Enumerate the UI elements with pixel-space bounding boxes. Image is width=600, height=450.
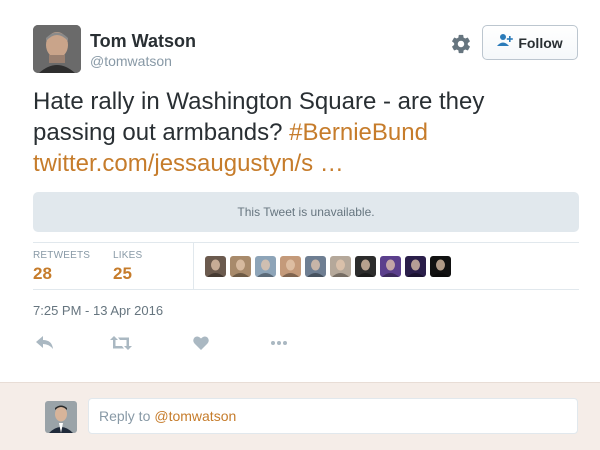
url-link[interactable]: twitter.com/jessaugustyn/s … — [33, 150, 344, 177]
hashtag-link[interactable]: #BernieBund — [289, 119, 428, 146]
liker-4-avatar[interactable] — [280, 256, 301, 277]
liker-7-avatar[interactable] — [355, 256, 376, 277]
follow-button[interactable]: Follow — [482, 25, 578, 60]
tweet-card: Tom Watson @tomwatson Follow Hate rally … — [0, 0, 600, 382]
more-icon[interactable] — [267, 332, 291, 354]
liker-9-avatar[interactable] — [405, 256, 426, 277]
reply-icon[interactable] — [33, 332, 57, 354]
retweets-label: RETWEETS — [33, 250, 91, 261]
reply-input[interactable]: Reply to @tomwatson — [88, 398, 578, 434]
tweet-timestamp[interactable]: 7:25 PM - 13 Apr 2016 — [33, 303, 163, 318]
quoted-tweet-unavailable: This Tweet is unavailable. — [33, 192, 579, 232]
likes-label: LIKES — [113, 250, 143, 261]
add-user-icon — [497, 33, 514, 52]
reply-prefix: Reply to — [99, 408, 151, 424]
liker-10-avatar[interactable] — [430, 256, 451, 277]
reply-bar: Reply to @tomwatson — [0, 382, 600, 450]
tweet-text: Hate rally in Washington Square - are th… — [33, 86, 573, 179]
liker-8-avatar[interactable] — [380, 256, 401, 277]
like-icon[interactable] — [189, 332, 213, 354]
author-avatar[interactable] — [33, 25, 81, 73]
author-name[interactable]: Tom Watson — [90, 31, 196, 52]
liker-1-avatar[interactable] — [205, 256, 226, 277]
retweet-icon[interactable] — [109, 332, 133, 354]
stats-divider — [193, 243, 194, 289]
likers-avatars — [205, 256, 451, 277]
tweet-stats: RETWEETS 28 LIKES 25 — [33, 242, 579, 290]
likes-stat[interactable]: LIKES 25 — [113, 250, 142, 284]
current-user-avatar — [45, 401, 77, 433]
reply-mention: @tomwatson — [154, 408, 237, 424]
retweets-count: 28 — [33, 264, 52, 283]
follow-button-label: Follow — [518, 34, 563, 51]
liker-3-avatar[interactable] — [255, 256, 276, 277]
liker-2-avatar[interactable] — [230, 256, 251, 277]
liker-6-avatar[interactable] — [330, 256, 351, 277]
liker-5-avatar[interactable] — [305, 256, 326, 277]
retweets-stat[interactable]: RETWEETS 28 — [33, 250, 90, 284]
gear-icon[interactable] — [450, 33, 472, 55]
likes-count: 25 — [113, 264, 132, 283]
author-handle[interactable]: @tomwatson — [90, 53, 172, 69]
